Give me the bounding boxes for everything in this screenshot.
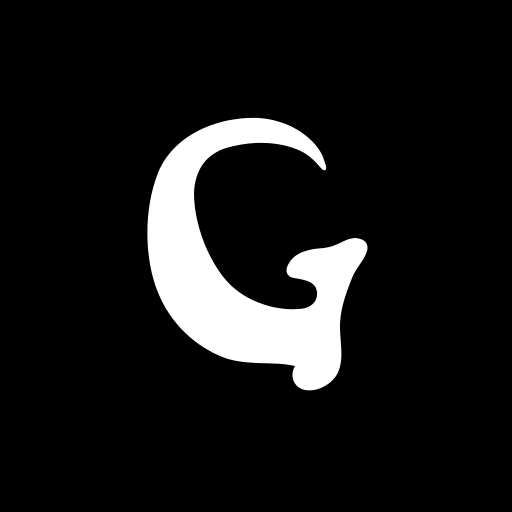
g-glyph-shape <box>147 117 368 391</box>
g-letter-logo-icon <box>147 117 368 391</box>
logo-canvas <box>0 0 512 512</box>
